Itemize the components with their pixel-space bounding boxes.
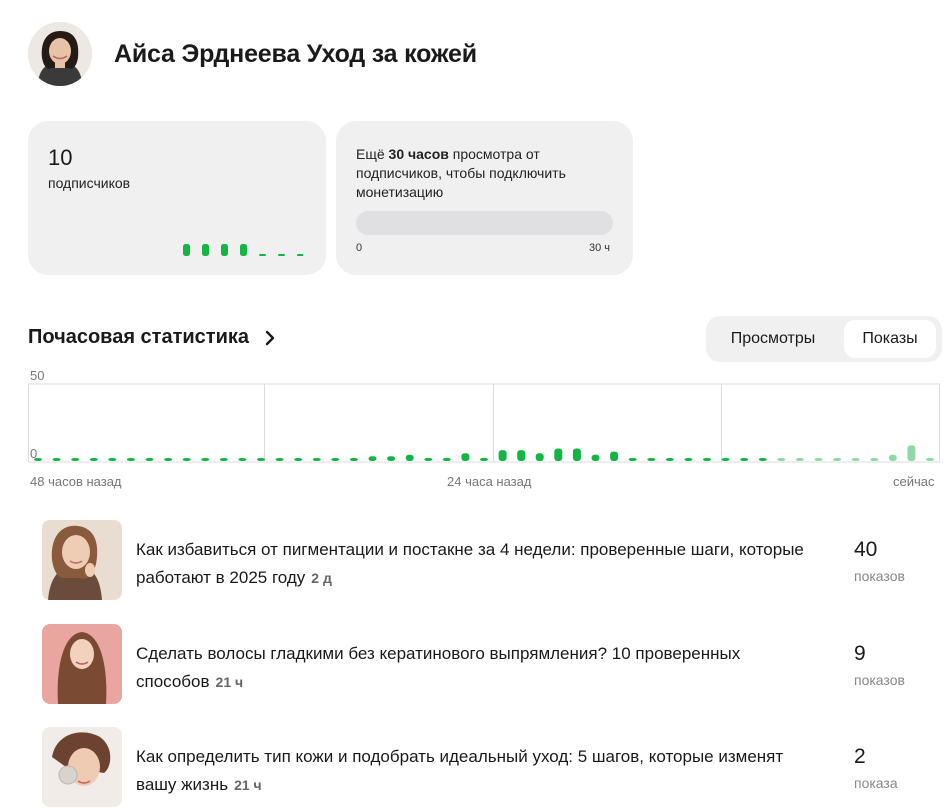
hourly-bar[interactable]: [145, 458, 154, 461]
post-title[interactable]: Сделать волосы гладкими без кератинового…: [136, 640, 816, 696]
hourly-bar[interactable]: [461, 453, 470, 461]
hourly-bar[interactable]: [888, 454, 897, 461]
toggle-shows-button[interactable]: Показы: [844, 320, 936, 358]
trend-bar-empty: [259, 254, 266, 256]
hourly-bar[interactable]: [758, 458, 767, 461]
channel-header: Айса Эрднеева Уход за кожей: [28, 22, 477, 86]
hourly-bar[interactable]: [182, 458, 191, 461]
post-thumbnail[interactable]: [42, 624, 122, 704]
hourly-bar[interactable]: [795, 458, 804, 461]
monetization-hours: 30 часов: [388, 146, 449, 162]
post-title[interactable]: Как определить тип кожи и подобрать идеа…: [136, 743, 816, 799]
hourly-bar[interactable]: [312, 458, 321, 461]
hourly-bar[interactable]: [275, 458, 284, 461]
post-age: 21 ч: [215, 674, 244, 690]
hourly-stats-link[interactable]: Почасовая статистика: [28, 326, 277, 349]
hourly-bar[interactable]: [108, 458, 117, 461]
hourly-bar[interactable]: [331, 458, 340, 461]
chevron-right-icon: [263, 329, 277, 347]
hourly-bar[interactable]: [777, 458, 786, 461]
hourly-bar[interactable]: [703, 458, 711, 461]
hourly-bar[interactable]: [387, 456, 396, 461]
hourly-bar[interactable]: [219, 458, 228, 461]
x-label-middle: 24 часа назад: [447, 474, 532, 489]
monetization-text: Ещё 30 часов просмотра от подписчиков, ч…: [356, 145, 596, 202]
post-age: 2 д: [311, 570, 332, 586]
hourly-bar[interactable]: [349, 458, 358, 461]
post-shows-count: 9: [854, 642, 866, 665]
subscribers-card[interactable]: 10 подписчиков: [28, 121, 326, 275]
hourly-bar[interactable]: [833, 458, 842, 461]
hourly-bar[interactable]: [405, 454, 414, 461]
channel-title: Айса Эрднеева Уход за кожей: [114, 39, 477, 68]
monetization-card[interactable]: Ещё 30 часов просмотра от подписчиков, ч…: [336, 121, 633, 275]
hourly-bar[interactable]: [628, 457, 637, 461]
post-shows-count: 2: [854, 745, 866, 768]
trend-bar-empty: [297, 254, 303, 256]
hourly-bar[interactable]: [126, 458, 135, 461]
post-title[interactable]: Как избавиться от пигментации и постакне…: [136, 536, 816, 592]
hourly-bar[interactable]: [294, 458, 303, 461]
monetization-text-prefix: Ещё: [356, 146, 389, 162]
hourly-bar[interactable]: [424, 457, 433, 461]
hourly-bar[interactable]: [201, 458, 210, 461]
post-shows-unit: показов: [854, 568, 905, 584]
hourly-bar[interactable]: [870, 458, 879, 461]
x-label-end: сейчас: [893, 474, 935, 489]
hourly-bar[interactable]: [684, 458, 693, 461]
hourly-bar[interactable]: [572, 448, 581, 462]
post-item[interactable]: Как определить тип кожи и подобрать идеа…: [42, 727, 942, 807]
post-shows-unit: показа: [854, 775, 898, 791]
hourly-bar[interactable]: [926, 457, 934, 461]
hourly-bar[interactable]: [164, 458, 173, 461]
post-item[interactable]: Как избавиться от пигментации и постакне…: [42, 520, 942, 600]
hourly-bar[interactable]: [442, 457, 451, 461]
hourly-bar[interactable]: [238, 458, 247, 461]
hourly-bar[interactable]: [257, 458, 265, 461]
post-item[interactable]: Сделать волосы гладкими без кератинового…: [42, 624, 942, 704]
subscribers-trend: [183, 244, 303, 256]
hourly-bar[interactable]: [52, 458, 61, 461]
hourly-bar[interactable]: [89, 458, 98, 461]
trend-bar: [202, 244, 209, 256]
hourly-bar[interactable]: [554, 448, 563, 462]
avatar[interactable]: [28, 22, 92, 86]
post-shows-unit: показов: [854, 672, 905, 688]
hourly-bar[interactable]: [721, 458, 730, 461]
hourly-stats-title: Почасовая статистика: [28, 326, 250, 348]
post-thumbnail[interactable]: [42, 520, 122, 600]
hourly-bar[interactable]: [851, 458, 860, 461]
hourly-bar[interactable]: [907, 445, 916, 461]
hourly-bar[interactable]: [368, 456, 377, 461]
x-label-start: 48 часов назад: [30, 474, 122, 489]
hourly-bar[interactable]: [647, 458, 656, 461]
hourly-bar[interactable]: [535, 453, 544, 461]
hourly-bar[interactable]: [665, 458, 674, 461]
y-tick-label: 50: [30, 368, 44, 383]
toggle-views-button[interactable]: Просмотры: [712, 320, 834, 358]
hourly-bar[interactable]: [498, 450, 507, 461]
hourly-bar[interactable]: [34, 458, 42, 461]
subscribers-label: подписчиков: [48, 175, 131, 191]
trend-bar-empty: [278, 254, 285, 256]
hourly-bar[interactable]: [610, 451, 619, 461]
hourly-bar[interactable]: [71, 458, 80, 461]
progress-max-label: 30 ч: [589, 242, 611, 254]
post-shows-count: 40: [854, 538, 878, 561]
trend-bar: [221, 244, 228, 256]
post-thumbnail[interactable]: [42, 727, 122, 807]
subscribers-count: 10: [48, 145, 73, 170]
hourly-bar[interactable]: [740, 458, 749, 461]
hourly-bar[interactable]: [517, 450, 526, 461]
trend-bar: [183, 244, 190, 256]
progress-min-label: 0: [356, 242, 363, 254]
trend-bar: [240, 244, 247, 256]
post-age: 21 ч: [234, 777, 262, 793]
post-title-text: Как избавиться от пигментации и постакне…: [136, 540, 804, 587]
monetization-progress-bar: [356, 211, 613, 235]
hourly-bar[interactable]: [814, 458, 823, 461]
hourly-bar[interactable]: [591, 454, 600, 461]
hourly-bar[interactable]: [480, 457, 488, 461]
metric-toggle: Просмотры Показы: [706, 316, 942, 362]
